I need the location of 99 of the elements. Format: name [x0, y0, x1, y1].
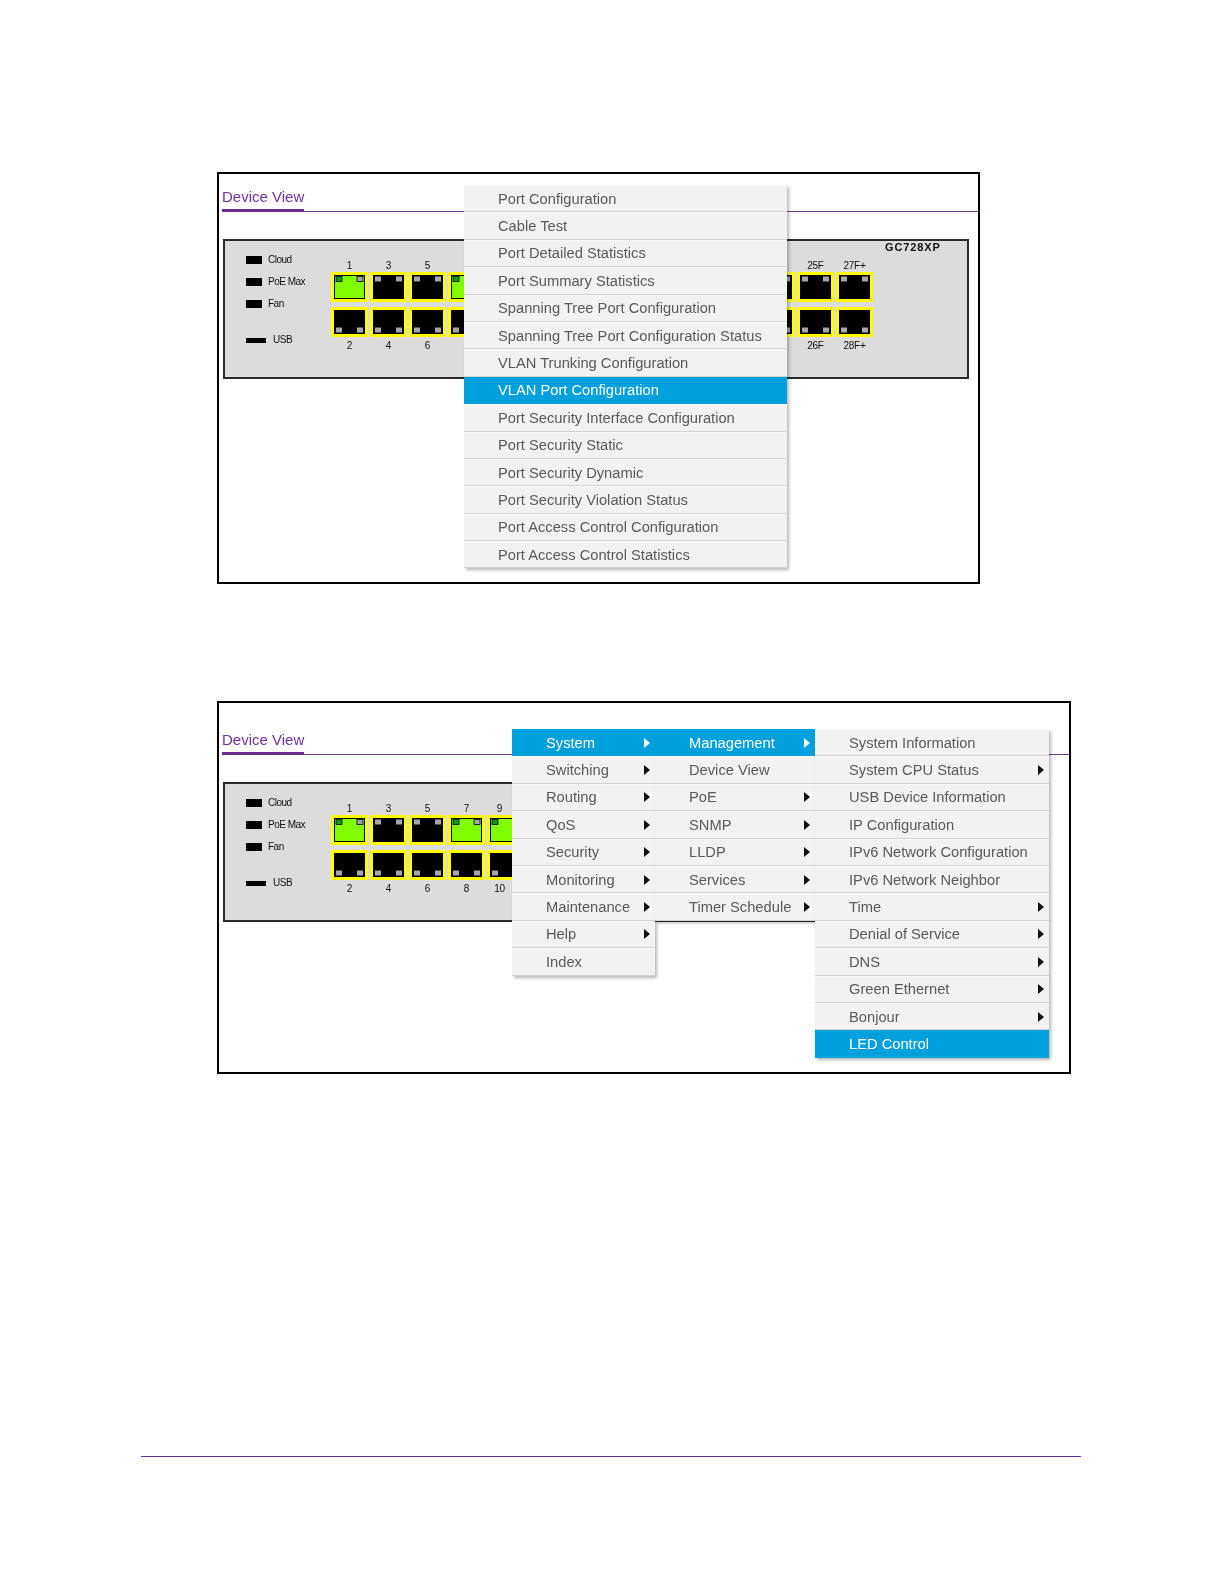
menu-item[interactable]: Port Security Dynamic: [464, 458, 787, 487]
port-icon[interactable]: [448, 850, 485, 880]
led-indicator-icon: [246, 821, 262, 829]
led-label: Cloud: [268, 254, 292, 266]
led-label: PoE Max: [268, 276, 306, 288]
port-icon[interactable]: [448, 815, 485, 845]
port-number: 4: [385, 340, 392, 352]
page-title[interactable]: Device View: [222, 188, 305, 212]
port-number: 3: [385, 803, 392, 815]
port-icon[interactable]: [836, 307, 873, 337]
menu-item[interactable]: Spanning Tree Port Configuration Status: [464, 321, 787, 350]
menu-item[interactable]: Monitoring: [512, 865, 655, 894]
menu-item[interactable]: PoE: [655, 783, 815, 812]
port-number: 28F+: [843, 340, 866, 352]
port-number: 3: [385, 260, 392, 272]
port-number: 2: [346, 340, 353, 352]
menu-item[interactable]: Port Configuration: [464, 185, 787, 213]
port-icon[interactable]: [331, 850, 368, 880]
port-icon[interactable]: [487, 815, 512, 845]
port-number: 4: [385, 883, 392, 895]
port-number: 5: [424, 260, 431, 272]
menu-item[interactable]: Services: [655, 865, 815, 894]
menu-item[interactable]: Green Ethernet: [815, 975, 1049, 1003]
port-icon[interactable]: [448, 307, 464, 337]
led-indicator-icon: [246, 256, 262, 264]
usb-indicator-icon: [246, 337, 266, 343]
menu-item[interactable]: Maintenance: [512, 893, 655, 921]
port-icon[interactable]: [331, 272, 368, 302]
led-indicator-icon: [246, 300, 262, 308]
menu-item[interactable]: IP Configuration: [815, 811, 1049, 839]
led-label: PoE Max: [268, 819, 306, 831]
port-icon[interactable]: [797, 272, 834, 302]
menu-item[interactable]: LLDP: [655, 838, 815, 866]
page-title[interactable]: Device View: [222, 731, 305, 755]
port-icon[interactable]: [797, 307, 834, 337]
port-number: 6: [424, 883, 431, 895]
port-number: 1: [346, 803, 353, 815]
led-label: USB: [273, 877, 293, 889]
port-icon[interactable]: [370, 815, 407, 845]
led-label: Fan: [268, 841, 284, 853]
menu-item[interactable]: IPv6 Network Configuration: [815, 838, 1049, 866]
menu-item[interactable]: SNMP: [655, 811, 815, 839]
port-number: 6: [424, 340, 431, 352]
menu-item[interactable]: Help: [512, 920, 655, 949]
menu-item[interactable]: Routing: [512, 783, 655, 812]
port-icon[interactable]: [370, 272, 407, 302]
port-icon[interactable]: [487, 850, 512, 880]
port-number: 27F+: [843, 260, 866, 272]
usb-indicator-icon: [246, 880, 266, 886]
port-icon[interactable]: [331, 307, 368, 337]
menu-item[interactable]: DNS: [815, 948, 1049, 976]
menu-item[interactable]: Spanning Tree Port Configuration: [464, 294, 787, 322]
menu-item[interactable]: Device View: [655, 756, 815, 784]
led-label: Fan: [268, 298, 284, 310]
menu-item[interactable]: Port Detailed Statistics: [464, 239, 787, 268]
port-number: 1: [346, 260, 353, 272]
menu-item[interactable]: Cable Test: [464, 212, 787, 240]
port-icon[interactable]: [409, 815, 446, 845]
menu-item[interactable]: Port Access Control Statistics: [464, 541, 787, 569]
menu-item[interactable]: USB Device Information: [815, 783, 1049, 812]
port-icon[interactable]: [448, 272, 464, 302]
port-icon[interactable]: [409, 307, 446, 337]
port-number: 5: [424, 803, 431, 815]
port-number: 10: [494, 883, 505, 895]
menu-item[interactable]: Port Summary Statistics: [464, 267, 787, 295]
led-indicator-icon: [246, 843, 262, 851]
port-number: 26F: [807, 340, 824, 352]
menu-item[interactable]: Bonjour: [815, 1002, 1049, 1031]
menu-item[interactable]: Time: [815, 893, 1049, 921]
led-label: Cloud: [268, 797, 292, 809]
menu-item[interactable]: Port Security Violation Status: [464, 486, 787, 514]
menu-item[interactable]: Index: [512, 948, 655, 976]
model-label: GC728XP: [885, 241, 942, 254]
port-icon[interactable]: [370, 850, 407, 880]
led-indicator-icon: [246, 799, 262, 807]
menu-item[interactable]: VLAN Trunking Configuration: [464, 349, 787, 377]
port-icon[interactable]: [409, 850, 446, 880]
port-number: 2: [346, 883, 353, 895]
menu-item[interactable]: System CPU Status: [815, 756, 1049, 784]
port-number: 25F: [807, 260, 824, 272]
port-icon[interactable]: [331, 815, 368, 845]
port-icon[interactable]: [370, 307, 407, 337]
port-icon[interactable]: [409, 272, 446, 302]
menu-item[interactable]: Denial of Service: [815, 920, 1049, 949]
menu-item[interactable]: QoS: [512, 811, 655, 839]
led-indicator-icon: [246, 278, 262, 286]
port-number: 8: [463, 883, 470, 895]
port-number: 7: [463, 803, 470, 815]
led-label: USB: [273, 334, 293, 346]
menu-item[interactable]: Port Security Static: [464, 431, 787, 459]
menu-item[interactable]: Timer Schedule: [655, 893, 815, 921]
menu-item[interactable]: IPv6 Network Neighbor: [815, 865, 1049, 894]
port-number: 9: [496, 803, 503, 815]
menu-item[interactable]: Security: [512, 838, 655, 866]
menu-item[interactable]: Port Security Interface Configuration: [464, 404, 787, 432]
port-icon[interactable]: [836, 272, 873, 302]
menu-item[interactable]: System Information: [815, 729, 1049, 757]
menu-item[interactable]: Switching: [512, 756, 655, 784]
menu-item[interactable]: Port Access Control Configuration: [464, 513, 787, 542]
